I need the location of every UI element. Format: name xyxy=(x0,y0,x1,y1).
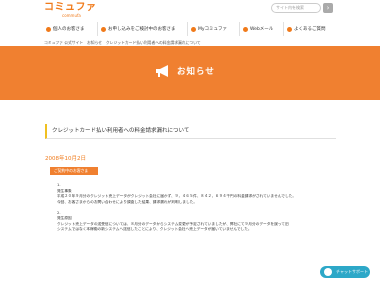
megaphone-icon xyxy=(156,65,168,77)
nav-item-faq[interactable]: よくあるご質問 xyxy=(283,22,336,36)
chat-support-label: チャットサポート xyxy=(336,269,368,274)
nav-item-label: 個人のお客さま xyxy=(53,27,85,32)
site-header: コミュファ commufa サイト内を検索 › xyxy=(0,0,380,22)
page-hero-banner: お知らせ xyxy=(0,46,380,100)
nav-item-signup[interactable]: お申し込みをご検討中のお客さま xyxy=(97,22,187,36)
person-icon xyxy=(46,26,51,32)
commufa-logo[interactable]: コミュファ commufa xyxy=(44,2,97,18)
nav-item-label: Myコミュファ xyxy=(198,27,228,32)
nav-item-label: Webメール xyxy=(250,27,274,32)
body-line: システムではなく本稼働の新システムへ送信したことにより、クレジット会社へ売上デー… xyxy=(57,227,252,231)
logo-main-text: コミュファ xyxy=(44,2,97,13)
question-icon xyxy=(287,26,292,32)
body-line: 平成２０年９月分のクレジット売上データがクレジット会社に届かず、９，４６５件、８… xyxy=(57,194,297,198)
heart-icon xyxy=(191,26,196,32)
search-button[interactable]: › xyxy=(323,3,333,13)
article-body: 1. 発生事象 平成２０年９月分のクレジット売上データがクレジット会社に届かず、… xyxy=(57,183,332,233)
article-date: 2008年10月2日 xyxy=(45,156,86,162)
logo-sub-text: commufa xyxy=(62,13,81,18)
category-badge: ご契約中のお客さま xyxy=(50,167,98,175)
page-title: お知らせ xyxy=(177,67,215,77)
hero-heading: お知らせ xyxy=(155,64,215,78)
nav-item-webmail[interactable]: Webメール xyxy=(239,22,283,36)
chat-bubble-icon xyxy=(324,268,332,276)
nav-item-my-commufa[interactable]: Myコミュファ xyxy=(187,22,239,36)
global-nav: 個人のお客さま お申し込みをご検討中のお客さま Myコミュファ Webメール よ… xyxy=(43,22,336,36)
article-title: クレジットカード払い利用者への料金請求漏れについて xyxy=(45,124,336,139)
clipboard-icon xyxy=(101,26,106,32)
mail-icon xyxy=(243,26,248,32)
nav-item-label: よくあるご質問 xyxy=(294,27,326,32)
nav-item-personal[interactable]: 個人のお客さま xyxy=(43,22,97,36)
chat-support-button[interactable]: チャットサポート xyxy=(320,266,370,278)
nav-item-label: お申し込みをご検討中のお客さま xyxy=(108,27,176,32)
search-input[interactable]: サイト内を検索 xyxy=(271,3,321,13)
